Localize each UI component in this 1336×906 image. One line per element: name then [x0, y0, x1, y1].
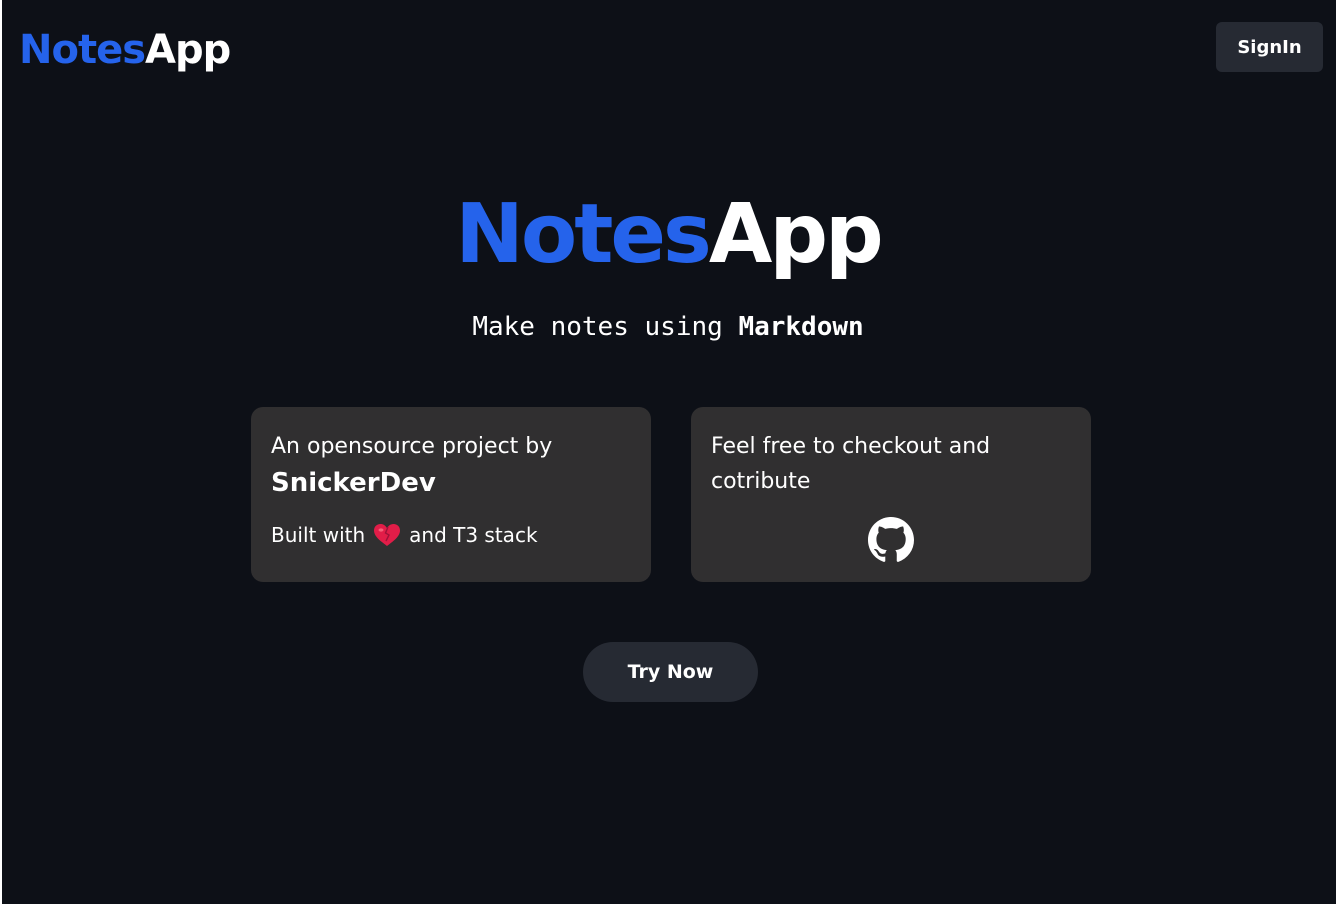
about-intro: An opensource project by [271, 434, 553, 459]
author-name: SnickerDev [271, 468, 436, 498]
tagline-markdown: Markdown [738, 312, 864, 342]
hero-title-notes: Notes [455, 187, 712, 282]
tagline: Make notes using Markdown [0, 308, 1336, 346]
hero-title: NotesApp [0, 180, 1336, 290]
contribute-text: Feel free to checkout and cotribute [711, 434, 991, 494]
header-logo-app: App [145, 27, 231, 73]
signin-button[interactable]: SignIn [1216, 22, 1323, 72]
built-with-line: Built with and T3 stack [271, 520, 631, 550]
built-with-prefix: Built with [271, 523, 366, 547]
heart-icon [373, 523, 401, 547]
built-with-suffix: and T3 stack [409, 523, 538, 547]
github-icon[interactable] [868, 517, 914, 563]
about-card: An opensource project by SnickerDev Buil… [251, 407, 651, 582]
tagline-prefix: Make notes using [472, 312, 739, 342]
header-logo-notes: Notes [19, 27, 146, 73]
hero-title-app: App [708, 187, 884, 282]
try-now-button[interactable]: Try Now [583, 642, 758, 702]
github-link[interactable] [711, 517, 1071, 563]
left-edge [0, 0, 2, 906]
contribute-card: Feel free to checkout and cotribute [691, 407, 1091, 582]
header-logo[interactable]: NotesApp [19, 22, 231, 78]
